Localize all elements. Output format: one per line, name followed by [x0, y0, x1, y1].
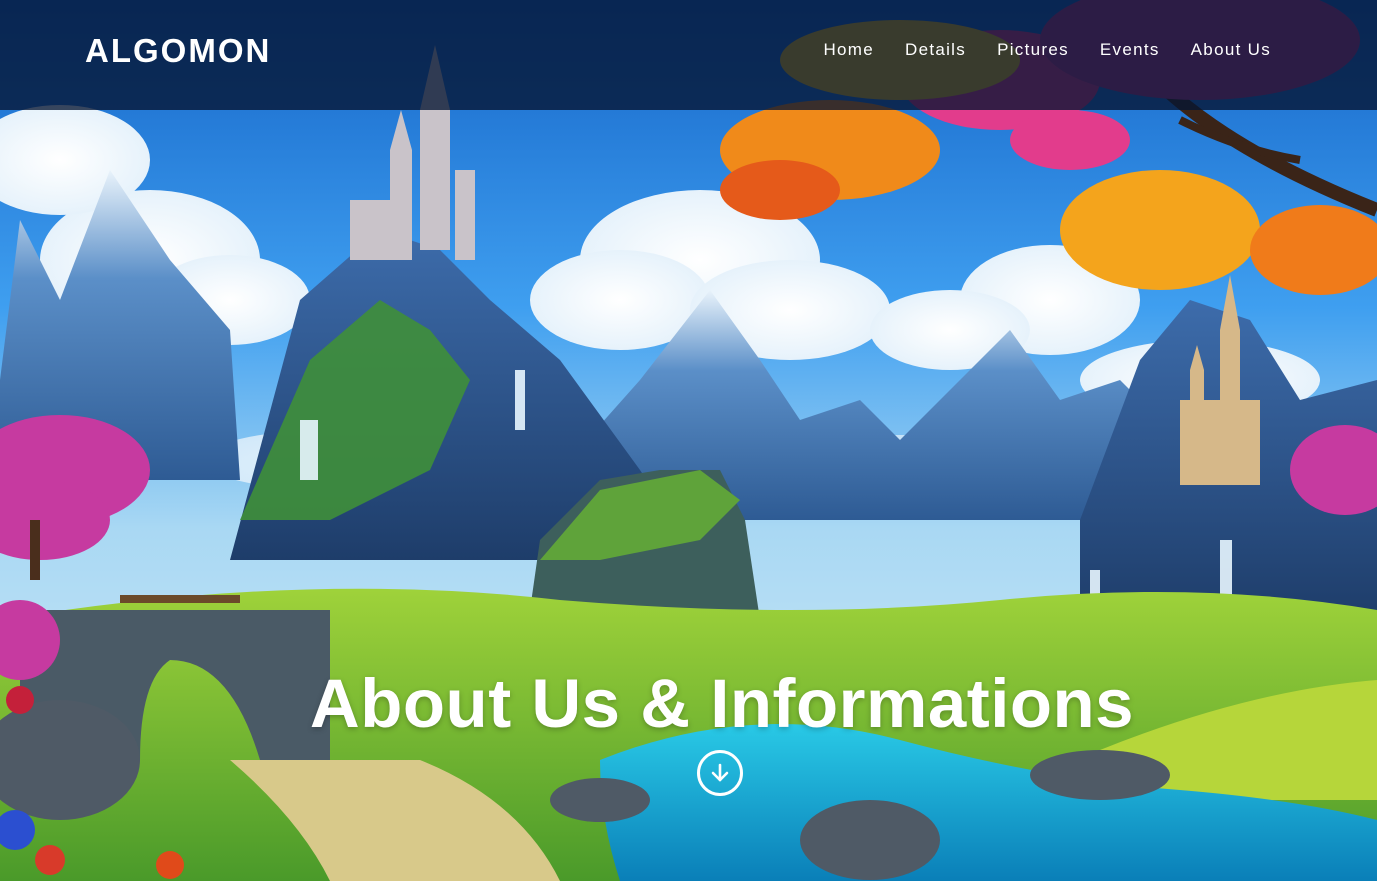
brand-logo[interactable]: ALGOMON — [85, 32, 271, 70]
hero-title: About Us & Informations — [309, 665, 1135, 742]
nav-item-home[interactable]: Home — [823, 40, 874, 60]
hero-background-image — [0, 0, 1377, 881]
nav-menu: Home Details Pictures Events About Us — [792, 40, 1271, 60]
scroll-down-button[interactable] — [697, 750, 743, 796]
nav-item-details[interactable]: Details — [905, 40, 966, 60]
arrow-down-circle-icon — [711, 763, 729, 782]
hero-section: ALGOMON Home Details Pictures Events Abo… — [0, 0, 1377, 881]
nav-item-about-us[interactable]: About Us — [1191, 40, 1271, 60]
top-navbar: ALGOMON Home Details Pictures Events Abo… — [0, 0, 1377, 110]
nav-item-events[interactable]: Events — [1100, 40, 1160, 60]
nav-item-pictures[interactable]: Pictures — [997, 40, 1069, 60]
